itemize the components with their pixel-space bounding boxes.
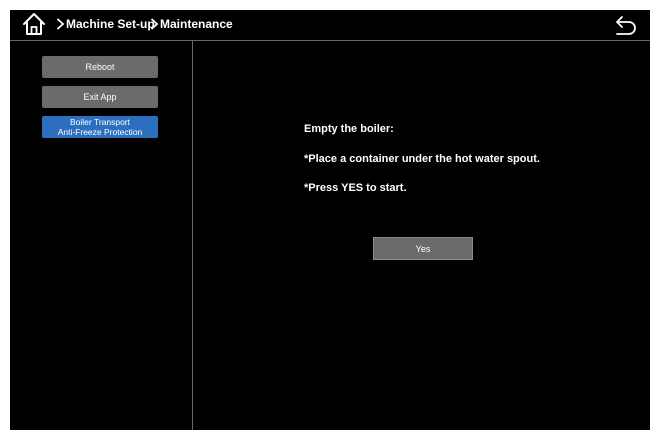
instruction-step-press-yes: *Press YES to start.: [304, 182, 407, 194]
home-icon[interactable]: [22, 12, 46, 36]
reboot-button[interactable]: Reboot: [42, 56, 158, 78]
instruction-heading: Empty the boiler:: [304, 123, 394, 135]
breadcrumb-maintenance: Maintenance: [160, 17, 233, 31]
boiler-transport-label-line2: Anti-Freeze Protection: [57, 127, 143, 137]
yes-button[interactable]: Yes: [373, 237, 473, 260]
breadcrumb-machine-setup[interactable]: Machine Set-up: [66, 16, 155, 32]
boiler-transport-button[interactable]: Boiler Transport Anti-Freeze Protection: [42, 116, 158, 138]
instruction-step-container: *Place a container under the hot water s…: [304, 153, 540, 165]
chevron-right-icon: [56, 18, 65, 30]
header-bar: Machine Set-up Maintenance: [10, 10, 650, 41]
main-panel: Empty the boiler: *Place a container und…: [193, 41, 650, 430]
screen: Machine Set-up Maintenance Reboot Exit A…: [10, 10, 650, 430]
sidebar: Reboot Exit App Boiler Transport Anti-Fr…: [10, 41, 193, 430]
chevron-right-icon: [150, 18, 159, 30]
back-arrow-icon[interactable]: [612, 14, 636, 36]
boiler-transport-label-line1: Boiler Transport: [70, 117, 130, 127]
exit-app-button[interactable]: Exit App: [42, 86, 158, 108]
